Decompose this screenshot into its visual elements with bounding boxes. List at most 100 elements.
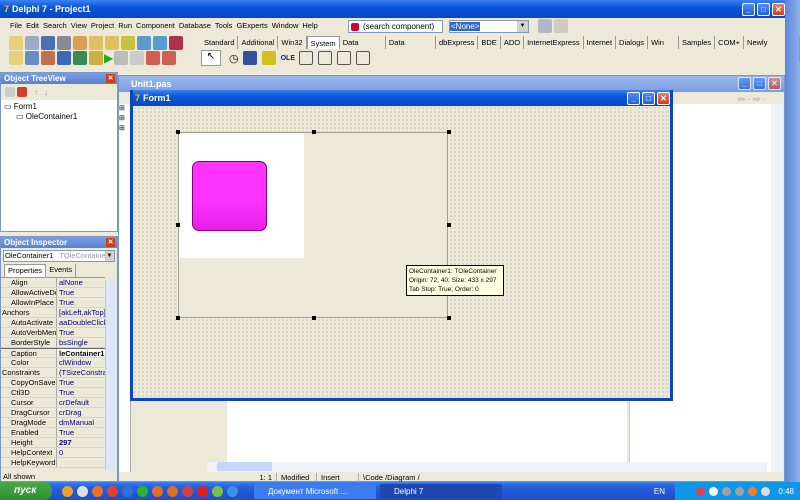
open-icon[interactable] [25,36,39,50]
dde-server-item-icon[interactable] [356,51,370,65]
new-icon[interactable] [9,36,23,50]
property-value[interactable]: True [57,298,105,307]
property-value[interactable]: True [57,328,105,337]
property-value[interactable]: crDrag [57,408,105,417]
property-value[interactable]: 297 [57,438,105,447]
property-row[interactable]: CopyOnSave True [1,378,105,388]
tray-icon[interactable] [709,486,719,496]
property-value[interactable]: True [57,378,105,387]
selection-handle[interactable] [447,223,451,227]
minimize-button[interactable]: _ [742,2,755,16]
tray-icon[interactable] [748,486,758,496]
quicklaunch-icon[interactable] [77,485,88,497]
quicklaunch-icon[interactable] [212,485,223,497]
maximize-button[interactable]: □ [757,2,770,16]
quicklaunch-icon[interactable] [62,485,73,497]
tree-item-olecontainer1[interactable]: ▭ OleContainer1 [4,112,114,122]
chevron-down-icon[interactable]: ▼ [517,21,528,32]
property-row[interactable]: AutoVerbMenu True [1,328,105,338]
property-value[interactable]: aaDoubleClick [57,318,105,327]
start-button[interactable]: пуск [0,482,52,500]
paintbox-icon[interactable] [242,51,257,65]
help-book-icon[interactable] [137,36,151,50]
property-row[interactable]: AllowInPlace True [1,298,105,308]
selection-handle[interactable] [176,223,180,227]
close-icon[interactable]: ✕ [106,74,115,83]
close-button[interactable]: ✕ [772,2,785,16]
delete-icon[interactable] [17,87,27,97]
property-value[interactable]: bsSingle [57,338,105,347]
new-form-icon[interactable] [57,51,71,65]
tab-events[interactable]: Events [46,264,77,277]
volume-icon[interactable] [761,486,771,496]
menu-project[interactable]: Project [89,19,116,33]
property-row[interactable]: DragCursor crDrag [1,408,105,418]
help-icon[interactable] [169,36,183,50]
property-row[interactable]: Enabled True [1,428,105,438]
form-design-surface[interactable]: OleContainer1: TOleContainer Origin: 72,… [133,106,670,398]
step-icon[interactable] [130,51,145,65]
scroll-thumb[interactable] [217,462,272,471]
selection-handle[interactable] [447,130,451,134]
step-over-icon[interactable] [146,51,161,65]
timer-icon[interactable]: ◷ [229,52,239,65]
property-row[interactable]: Color clWindow [1,358,105,368]
tab-properties[interactable]: Properties [4,264,47,277]
property-value[interactable]: dmManual [57,418,105,427]
network-icon[interactable] [735,486,745,496]
menu-file[interactable]: File [8,19,24,33]
trace-into-icon[interactable] [162,51,177,65]
menu-window[interactable]: Window [270,19,301,33]
tray-icon[interactable] [696,486,706,496]
pause-icon[interactable] [114,51,129,65]
selection-handle[interactable] [312,316,316,320]
property-row[interactable]: Constraints(TSizeConstrain [1,368,105,378]
menu-gexperts[interactable]: GExperts [234,19,269,33]
save-icon[interactable] [41,36,55,50]
property-row[interactable]: HelpKeyword [1,458,105,468]
trace-icon[interactable] [89,51,103,65]
property-row[interactable]: DragMode dmManual [1,418,105,428]
toggle-form-unit-icon[interactable] [41,51,55,65]
firefox-icon[interactable] [152,485,163,497]
component-combo[interactable]: <None> ▼ [449,20,529,33]
inspector-object-select[interactable]: OleContainer1 TOleContainer ▼ [3,250,115,262]
minimize-button[interactable]: _ [627,91,640,105]
language-indicator[interactable]: EN [654,487,665,496]
property-value[interactable]: clWindow [57,358,105,367]
network-icon[interactable] [722,486,732,496]
selection-handle[interactable] [176,316,180,320]
arrow-down-icon[interactable]: ↓ [44,88,48,97]
quicklaunch-icon[interactable] [92,485,103,497]
component-search-input[interactable]: (search component) [348,20,443,33]
property-value[interactable]: 0 [57,448,105,457]
run-icon[interactable] [73,51,87,65]
view-form-icon[interactable] [25,51,39,65]
close-icon[interactable]: ✕ [106,238,115,247]
arrow-up-icon[interactable]: ↑ [34,88,38,97]
dde-client-conv-icon[interactable] [299,51,313,65]
menu-help[interactable]: Help [300,19,319,33]
view-unit-icon[interactable] [9,51,23,65]
chrome-icon[interactable] [107,485,118,497]
selection-handle[interactable] [176,130,180,134]
selection-handle[interactable] [312,130,316,134]
property-row[interactable]: Caption leContainer1 [1,348,105,358]
property-value[interactable]: True [57,288,105,297]
property-row[interactable]: BorderStyle bsSingle [1,338,105,348]
maximize-button[interactable]: □ [753,77,766,90]
mediaplayer-icon[interactable] [261,51,276,65]
property-value[interactable]: alNone [57,278,105,287]
property-scrollbar[interactable] [105,280,116,470]
menu-run[interactable]: Run [116,19,134,33]
save-all-icon[interactable] [57,36,71,50]
dde-server-conv-icon[interactable] [337,51,351,65]
vertical-scrollbar[interactable] [771,104,783,472]
add-file-icon[interactable] [89,36,103,50]
property-value[interactable]: True [57,428,105,437]
taskbar-item-word[interactable]: Документ Microsoft ... [254,483,376,499]
remove-file-icon[interactable] [105,36,119,50]
pointer-icon[interactable]: ↖ [201,50,221,66]
property-value[interactable] [57,458,105,467]
ole-container-icon[interactable]: OLE [281,55,295,62]
